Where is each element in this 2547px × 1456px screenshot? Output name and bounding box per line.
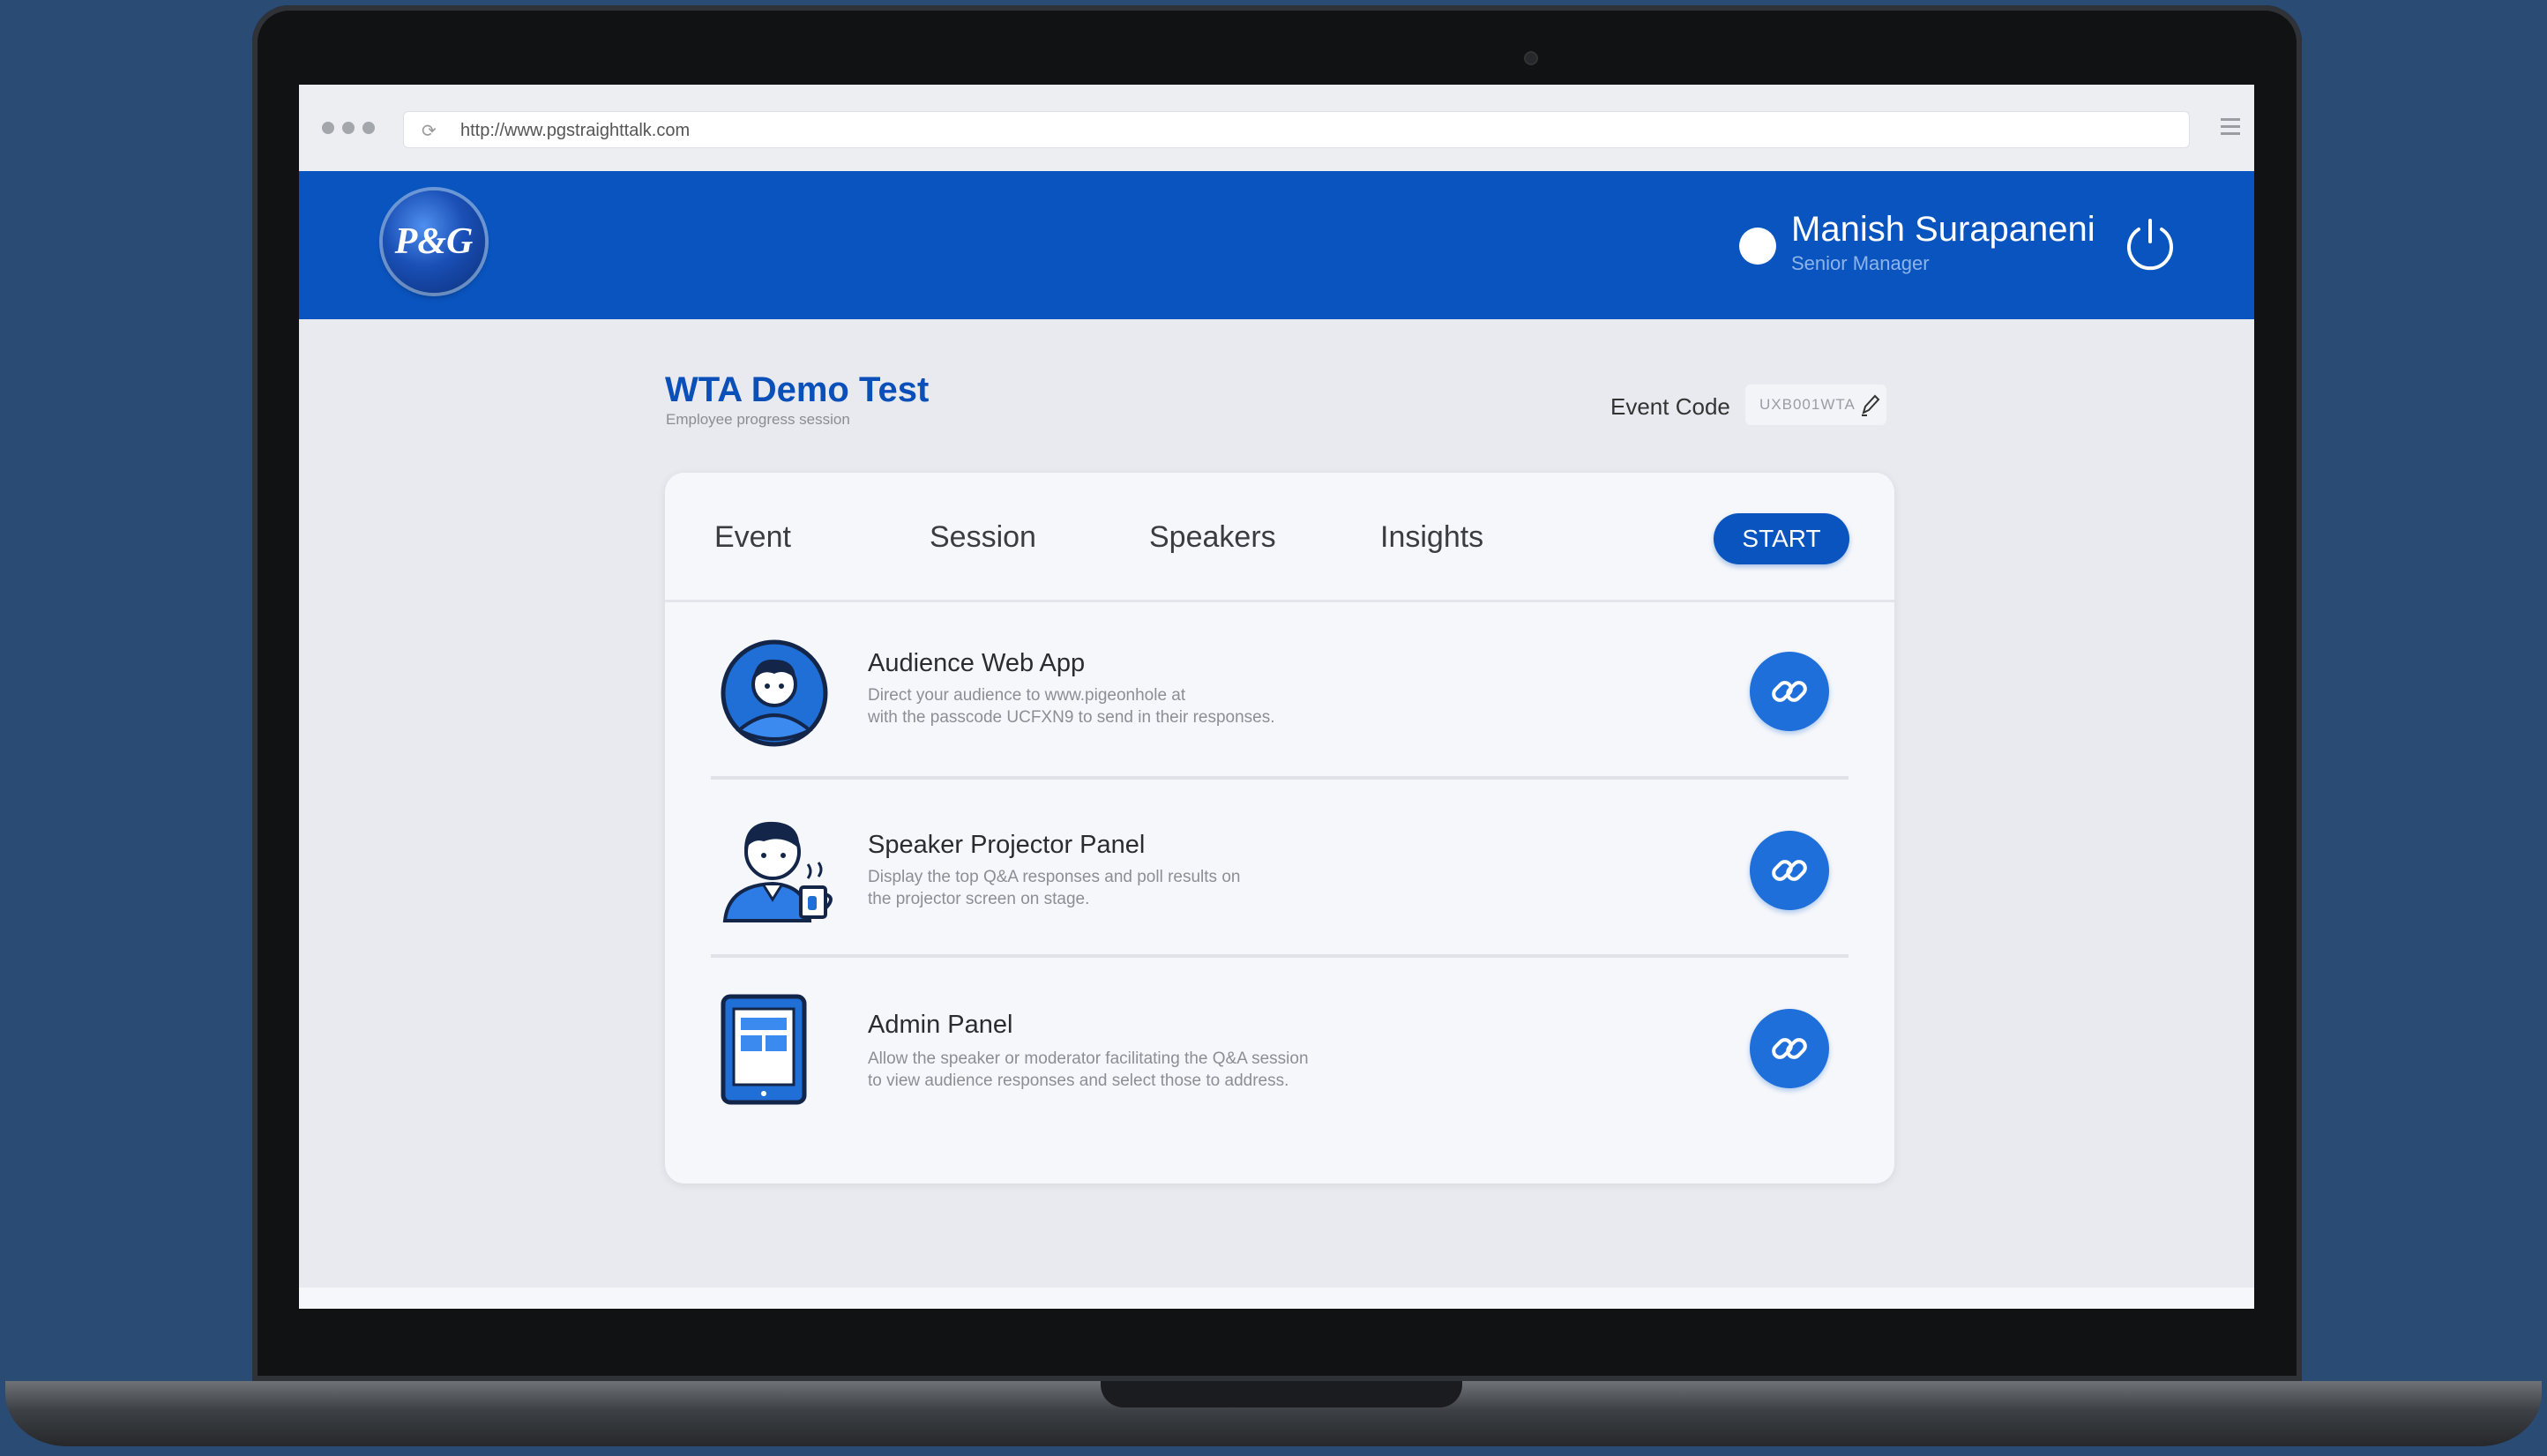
event-code-value: UXB001WTA	[1759, 396, 1856, 413]
row-description-line: with the passcode UCFXN9 to send in thei…	[868, 708, 1275, 727]
logo-text: P&G	[394, 221, 474, 262]
row-description-line: Display the top Q&A responses and poll r…	[868, 868, 1241, 886]
address-bar[interactable]: ⟳ http://www.pgstraighttalk.com	[403, 111, 2190, 148]
tab-session[interactable]: Session	[930, 520, 1036, 555]
maximize-window-button[interactable]	[362, 122, 375, 134]
laptop-notch	[1101, 1381, 1462, 1407]
speaker-link-button[interactable]	[1750, 831, 1829, 910]
tab-speakers[interactable]: Speakers	[1149, 520, 1276, 555]
camera-icon	[1524, 51, 1538, 65]
power-icon[interactable]	[2121, 213, 2179, 272]
link-icon	[1772, 860, 1807, 881]
tab-event[interactable]: Event	[714, 520, 791, 555]
tablet-icon	[721, 994, 807, 1105]
event-card: Event Session Speakers Insights START Au…	[665, 473, 1894, 1183]
page-title: WTA Demo Test	[665, 370, 930, 409]
user-name: Manish Surapaneni	[1791, 210, 2095, 249]
browser-toolbar: ⟳ http://www.pgstraighttalk.com	[299, 85, 2254, 172]
event-code-label: Event Code	[1610, 393, 1730, 420]
minimize-window-button[interactable]	[342, 122, 355, 134]
user-status-indicator	[1739, 228, 1776, 265]
row-description-line: Direct your audience to www.pigeonhole a…	[868, 686, 1186, 705]
link-icon	[1772, 681, 1807, 702]
link-icon	[1772, 1038, 1807, 1059]
browser-menu-icon[interactable]	[2221, 118, 2240, 139]
window-controls	[322, 122, 375, 134]
start-button[interactable]: START	[1714, 513, 1849, 564]
audience-link-button[interactable]	[1750, 652, 1829, 731]
list-item: Admin Panel Allow the speaker or moderat…	[711, 959, 1849, 1136]
admin-link-button[interactable]	[1750, 1009, 1829, 1088]
audience-avatar-icon	[721, 639, 828, 747]
tab-bar: Event Session Speakers Insights START	[665, 473, 1894, 602]
laptop-base	[5, 1381, 2542, 1446]
speaker-avatar-icon	[722, 821, 833, 922]
laptop-screen: ⟳ http://www.pgstraighttalk.com P&G Mani…	[299, 85, 2254, 1309]
row-divider	[711, 954, 1849, 958]
row-title: Admin Panel	[868, 1011, 1013, 1039]
event-code-field[interactable]: UXB001WTA	[1745, 385, 1886, 425]
row-title: Speaker Projector Panel	[868, 831, 1146, 859]
screen-bottom-edge	[299, 1288, 2254, 1309]
pencil-icon[interactable]	[1858, 392, 1881, 418]
row-description-line: the projector screen on stage.	[868, 890, 1090, 908]
row-description-line: to view audience responses and select th…	[868, 1071, 1289, 1090]
url-text: http://www.pgstraighttalk.com	[460, 121, 691, 140]
row-description-line: Allow the speaker or moderator facilitat…	[868, 1049, 1309, 1068]
row-divider	[711, 776, 1849, 780]
user-role: Senior Manager	[1791, 252, 1930, 274]
pg-logo[interactable]: P&G	[383, 190, 485, 293]
app-header: P&G Manish Surapaneni Senior Manager	[299, 171, 2254, 319]
page-subtitle: Employee progress session	[666, 411, 850, 428]
list-item: Speaker Projector Panel Display the top …	[711, 781, 1849, 958]
list-item: Audience Web App Direct your audience to…	[711, 603, 1849, 780]
tab-insights[interactable]: Insights	[1380, 520, 1483, 555]
close-window-button[interactable]	[322, 122, 334, 134]
row-title: Audience Web App	[868, 649, 1086, 677]
reload-icon[interactable]: ⟳	[422, 120, 437, 142]
